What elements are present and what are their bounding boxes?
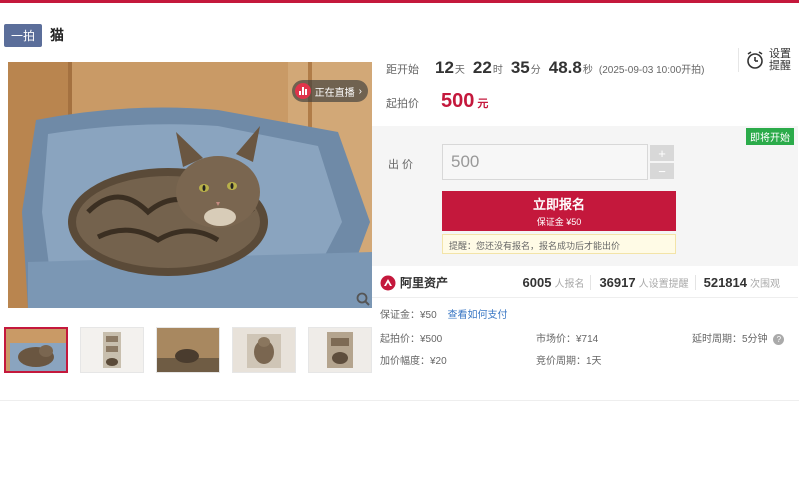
- countdown-label: 距开始: [386, 64, 419, 76]
- live-badge[interactable]: 正在直播 ›: [291, 80, 368, 102]
- signup-label: 立即报名: [532, 197, 585, 212]
- bid-panel: 即将开始 出 价 + − 立即报名 保证金 ¥50 提醒：您还没有报名，报名成功…: [372, 126, 798, 266]
- countdown-seconds: 48.8: [548, 58, 582, 77]
- countdown-hours-unit: 时: [492, 65, 503, 76]
- bid-decrease-button[interactable]: −: [650, 163, 674, 179]
- status-badge: 即将开始: [746, 128, 794, 145]
- signup-tip: 提醒：您还没有报名，报名成功后才能出价: [442, 234, 676, 254]
- start-price-label: 起拍价: [386, 98, 419, 110]
- thumbnail-item[interactable]: [80, 327, 144, 373]
- top-accent-line: [0, 0, 799, 3]
- start-price-value: 500: [441, 90, 475, 112]
- auction-stats: 6005 人报名 36917 人设置提醒 521814 次围观: [515, 275, 786, 290]
- countdown-minutes-unit: 分: [530, 65, 541, 76]
- thumbnail-item[interactable]: [156, 327, 220, 373]
- live-label: 正在直播: [314, 87, 355, 99]
- signup-count: 6005: [522, 275, 552, 290]
- bid-label: 出 价: [388, 159, 414, 171]
- reminder-count-label: 人设置提醒: [639, 275, 696, 290]
- start-price-info: 起拍价：¥500: [380, 334, 443, 345]
- section-divider: [0, 400, 799, 401]
- auction-start-time: (2025-09-03 10:00开拍): [598, 65, 705, 76]
- how-to-pay-link[interactable]: 查看如何支付: [447, 310, 507, 321]
- thumbnail-item[interactable]: [232, 327, 296, 373]
- thumbnail-strip: [4, 327, 372, 375]
- thumbnail-item[interactable]: [308, 327, 372, 373]
- deposit-sublabel: 保证金 ¥50: [536, 217, 582, 227]
- title-row: 一拍 猫: [4, 23, 65, 47]
- countdown-panel: 距开始 12 天 22 时 35 分 48.8 秒 (2025-09-03 10…: [372, 42, 798, 126]
- bidding-cycle-info: 竞价周期：1天: [536, 356, 602, 367]
- signup-count-label: 人报名: [554, 275, 592, 290]
- thumbnail-item[interactable]: [4, 327, 68, 373]
- set-reminder-label: 设置提醒: [769, 48, 791, 72]
- signup-button[interactable]: 立即报名 保证金 ¥50: [442, 191, 676, 231]
- delay-cycle-text: 延时周期：5分钟: [692, 334, 768, 345]
- bid-increase-button[interactable]: +: [650, 145, 674, 161]
- yipai-badge: 一拍: [4, 23, 43, 47]
- ali-asset-icon: [380, 275, 396, 290]
- countdown-days: 12: [435, 58, 454, 77]
- increment-info: 加价幅度：¥20: [380, 356, 447, 367]
- item-title: 猫: [50, 27, 65, 43]
- start-price-row: 起拍价 500 元: [386, 90, 488, 113]
- countdown-minutes: 35: [510, 58, 530, 77]
- reminder-count: 36917: [599, 275, 636, 290]
- view-count-label: 次围观: [750, 279, 780, 290]
- countdown: 距开始 12 天 22 时 35 分 48.8 秒 (2025-09-03 10…: [386, 58, 704, 78]
- platform-name: 阿里资产: [400, 276, 449, 290]
- deposit-text: 保证金：¥50: [380, 310, 437, 321]
- alarm-clock-icon: [747, 51, 763, 69]
- view-count: 521814: [703, 275, 747, 290]
- bid-amount-input[interactable]: [442, 144, 648, 180]
- zoom-icon[interactable]: [356, 292, 370, 306]
- deposit-info: 保证金：¥50 查看如何支付: [380, 306, 507, 321]
- countdown-days-unit: 天: [454, 65, 465, 76]
- market-price-info: 市场价：¥714: [536, 334, 599, 345]
- set-reminder-button[interactable]: 设置提醒: [738, 48, 791, 72]
- main-product-image[interactable]: 正在直播 ›: [8, 62, 372, 308]
- countdown-seconds-unit: 秒: [582, 65, 593, 76]
- platform-row: 阿里资产 6005 人报名 36917 人设置提醒 521814 次围观: [372, 268, 798, 298]
- countdown-hours: 22: [472, 58, 492, 77]
- help-icon[interactable]: ?: [773, 334, 785, 345]
- delay-cycle-info: 延时周期：5分钟 ?: [692, 330, 785, 345]
- live-icon: [294, 83, 311, 99]
- live-arrow-icon: ›: [358, 85, 362, 97]
- start-price-unit: 元: [477, 98, 489, 110]
- platform-logo[interactable]: 阿里资产: [380, 274, 448, 291]
